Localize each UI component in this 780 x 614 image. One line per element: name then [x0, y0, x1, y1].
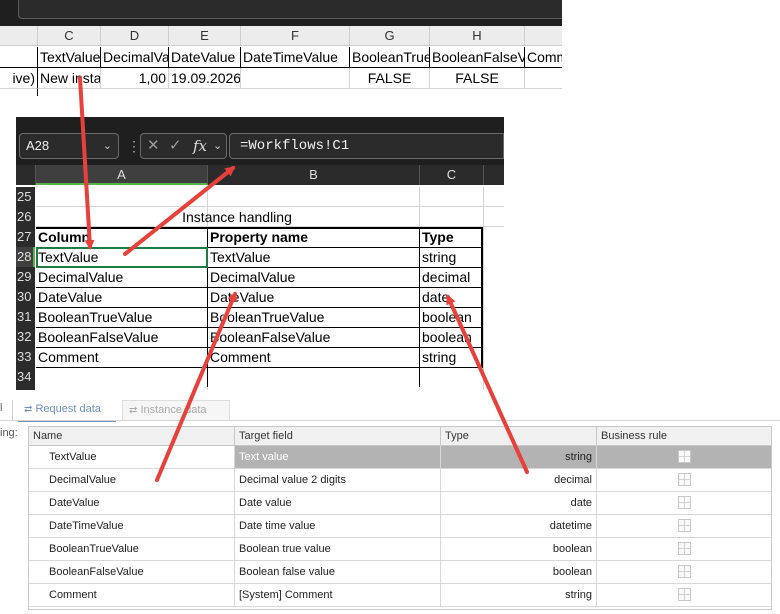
arrow-name-to-property — [155, 291, 237, 482]
annotation-arrows — [78, 76, 529, 482]
arrow-type-to-type — [446, 294, 529, 474]
arrow-column-to-formula — [123, 166, 236, 256]
arrow-textvalue-to-column — [78, 76, 95, 250]
